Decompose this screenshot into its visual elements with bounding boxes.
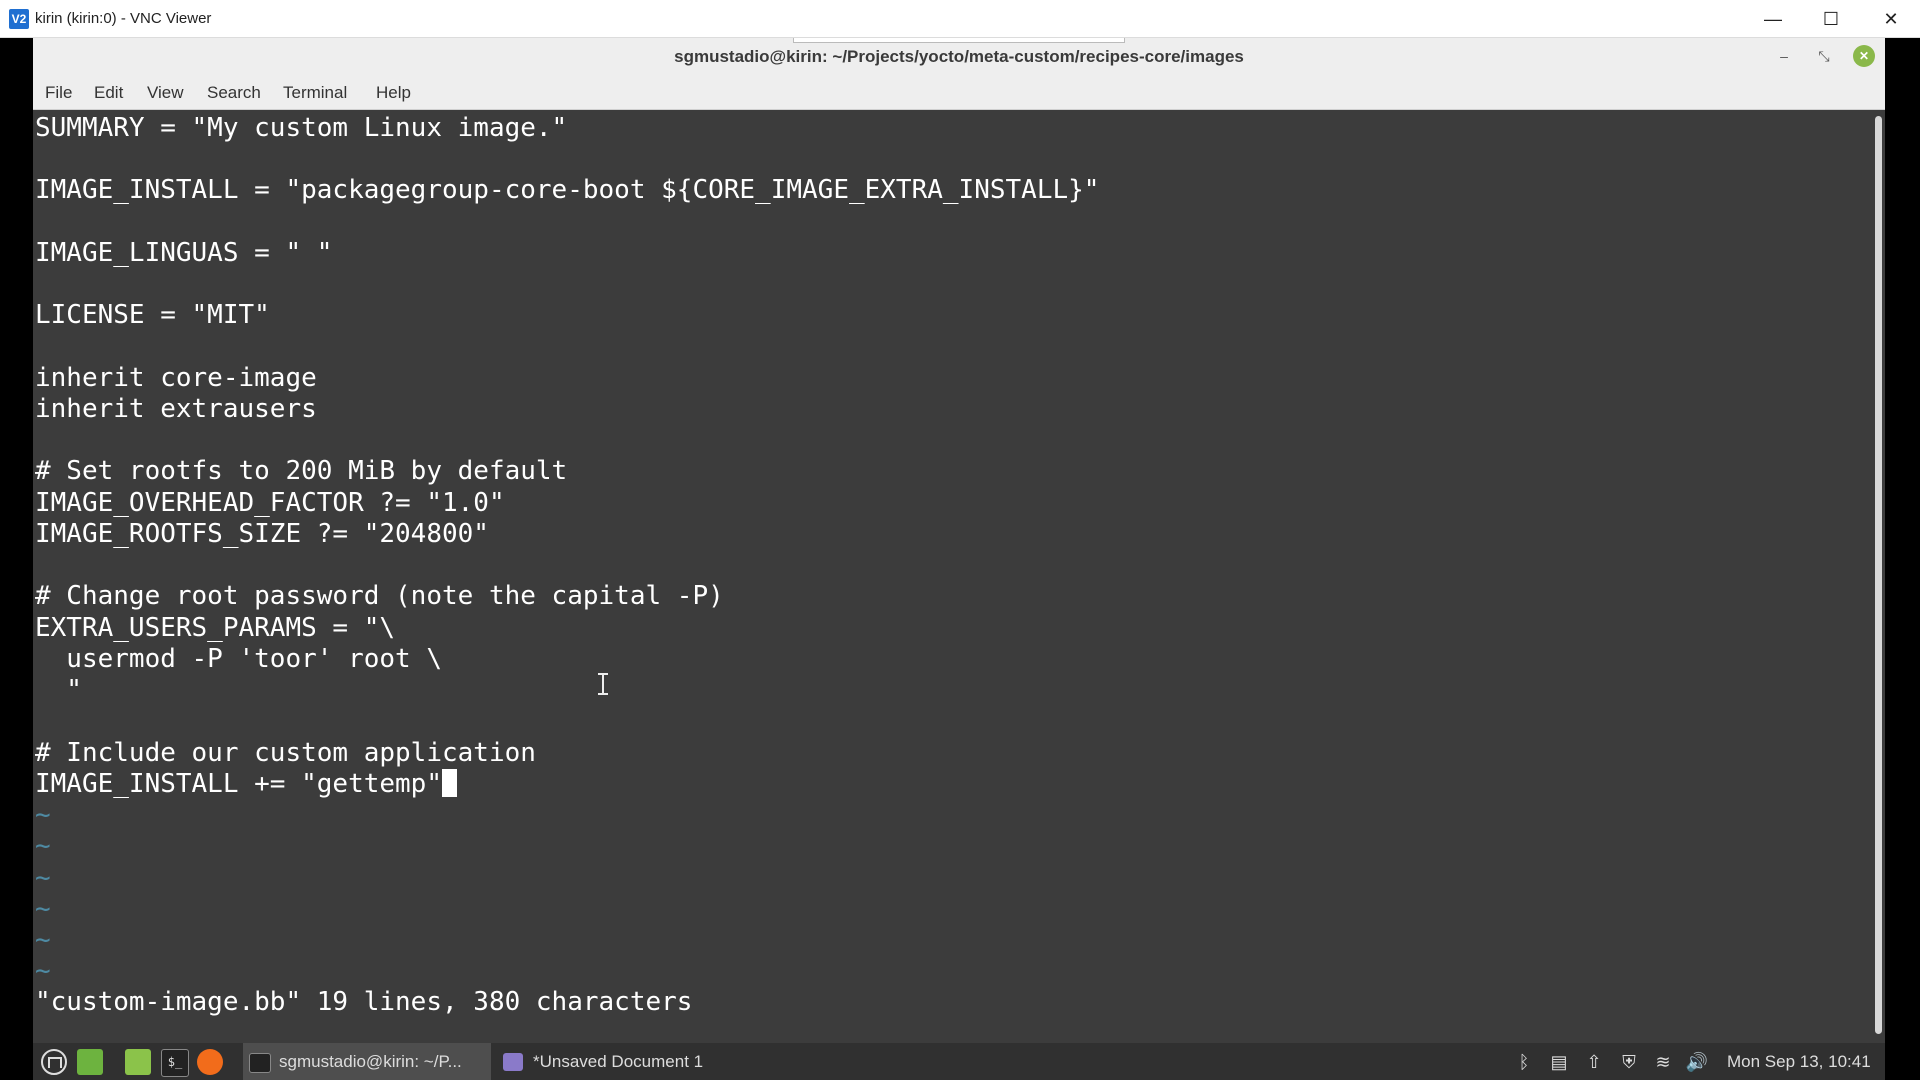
- vnc-minimize-button[interactable]: —: [1744, 0, 1802, 38]
- vnc-window-title: kirin (kirin:0) - VNC Viewer: [35, 10, 212, 27]
- menu-help[interactable]: Help: [376, 83, 411, 103]
- taskbar: $_ sgmustadio@kirin: ~/P... *Unsaved Doc…: [33, 1043, 1885, 1080]
- menu-view[interactable]: View: [147, 83, 184, 103]
- clipboard-icon[interactable]: ▤: [1547, 1050, 1571, 1074]
- task-terminal-window[interactable]: sgmustadio@kirin: ~/P...: [243, 1043, 491, 1080]
- empty-line-marker: ~: [35, 831, 51, 861]
- terminal-menubar: File Edit View Search Terminal Help: [33, 75, 1885, 110]
- empty-line-marker: ~: [35, 800, 51, 830]
- wifi-icon[interactable]: ≋: [1651, 1050, 1675, 1074]
- text-editor-icon: [503, 1053, 523, 1071]
- editor-line-text: IMAGE_INSTALL += "gettemp": [35, 769, 442, 799]
- scrollbar-thumb[interactable]: [1875, 116, 1882, 1034]
- editor-line: LICENSE = "MIT": [35, 300, 270, 330]
- menu-search[interactable]: Search: [207, 83, 261, 103]
- vnc-titlebar: V2 kirin (kirin:0) - VNC Viewer — ☐ ✕: [0, 0, 1920, 38]
- terminal-title: sgmustadio@kirin: ~/Projects/yocto/meta-…: [674, 47, 1244, 66]
- empty-line-marker: ~: [35, 956, 51, 986]
- editor-line: EXTRA_USERS_PARAMS = "\: [35, 613, 396, 643]
- shield-icon[interactable]: ⛨: [1617, 1050, 1641, 1074]
- terminal-restore-button[interactable]: ⤡: [1813, 45, 1835, 67]
- empty-line-marker: ~: [35, 925, 51, 955]
- mint-menu-icon[interactable]: [41, 1049, 67, 1075]
- editor-line: IMAGE_LINGUAS = " ": [35, 238, 333, 268]
- vnc-logo-icon: V2: [9, 9, 29, 29]
- terminal-titlebar[interactable]: sgmustadio@kirin: ~/Projects/yocto/meta-…: [33, 38, 1885, 75]
- terminal-text-area[interactable]: SUMMARY = "My custom Linux image." IMAGE…: [33, 110, 1871, 1040]
- task-label: sgmustadio@kirin: ~/P...: [279, 1052, 462, 1071]
- terminal-scrollbar[interactable]: [1871, 110, 1885, 1040]
- vim-status-line: "custom-image.bb" 19 lines, 380 characte…: [35, 987, 693, 1017]
- terminal-icon: [249, 1053, 271, 1073]
- editor-line: IMAGE_OVERHEAD_FACTOR ?= "1.0": [35, 488, 505, 518]
- title-drag-handle: [793, 38, 1125, 43]
- editor-line: # Include our custom application: [35, 738, 536, 768]
- menu-file[interactable]: File: [45, 83, 72, 103]
- update-manager-icon[interactable]: ⇧: [1582, 1050, 1606, 1074]
- clock[interactable]: Mon Sep 13, 10:41: [1727, 1052, 1871, 1072]
- empty-line-marker: ~: [35, 863, 51, 893]
- terminal-minimize-button[interactable]: –: [1773, 45, 1795, 67]
- terminal-close-button[interactable]: ✕: [1853, 45, 1875, 67]
- editor-line: inherit core-image: [35, 363, 317, 393]
- editor-line: # Set rootfs to 200 MiB by default: [35, 456, 568, 486]
- editor-line: IMAGE_INSTALL = "packagegroup-core-boot …: [35, 175, 1100, 205]
- file-manager-icon[interactable]: [125, 1049, 151, 1075]
- vnc-maximize-button[interactable]: ☐: [1802, 0, 1860, 38]
- volume-icon[interactable]: 🔊: [1685, 1050, 1709, 1074]
- bluetooth-icon[interactable]: ᛒ: [1512, 1050, 1536, 1074]
- editor-line: inherit extrausers: [35, 394, 317, 424]
- editor-line: IMAGE_ROOTFS_SIZE ?= "204800": [35, 519, 489, 549]
- editor-line: SUMMARY = "My custom Linux image.": [35, 113, 568, 143]
- editor-line: usermod -P 'toor' root \: [35, 644, 442, 674]
- mouse-ibeam-cursor: [598, 673, 608, 695]
- terminal-launcher-icon[interactable]: $_: [161, 1049, 189, 1077]
- menu-terminal[interactable]: Terminal: [283, 83, 347, 103]
- vnc-close-button[interactable]: ✕: [1862, 0, 1920, 38]
- remote-desktop: sgmustadio@kirin: ~/Projects/yocto/meta-…: [0, 38, 1920, 1080]
- terminal-window: sgmustadio@kirin: ~/Projects/yocto/meta-…: [33, 38, 1885, 1043]
- empty-line-marker: ~: [35, 894, 51, 924]
- show-desktop-icon[interactable]: [77, 1049, 103, 1075]
- task-text-editor-window[interactable]: *Unsaved Document 1: [497, 1043, 737, 1080]
- menu-edit[interactable]: Edit: [94, 83, 123, 103]
- editor-line-current: IMAGE_INSTALL += "gettemp": [35, 769, 457, 799]
- editor-line: ": [35, 675, 82, 705]
- firefox-icon[interactable]: [197, 1049, 223, 1075]
- task-label: *Unsaved Document 1: [533, 1052, 704, 1071]
- editor-line: # Change root password (note the capital…: [35, 581, 724, 611]
- text-cursor: [442, 769, 457, 797]
